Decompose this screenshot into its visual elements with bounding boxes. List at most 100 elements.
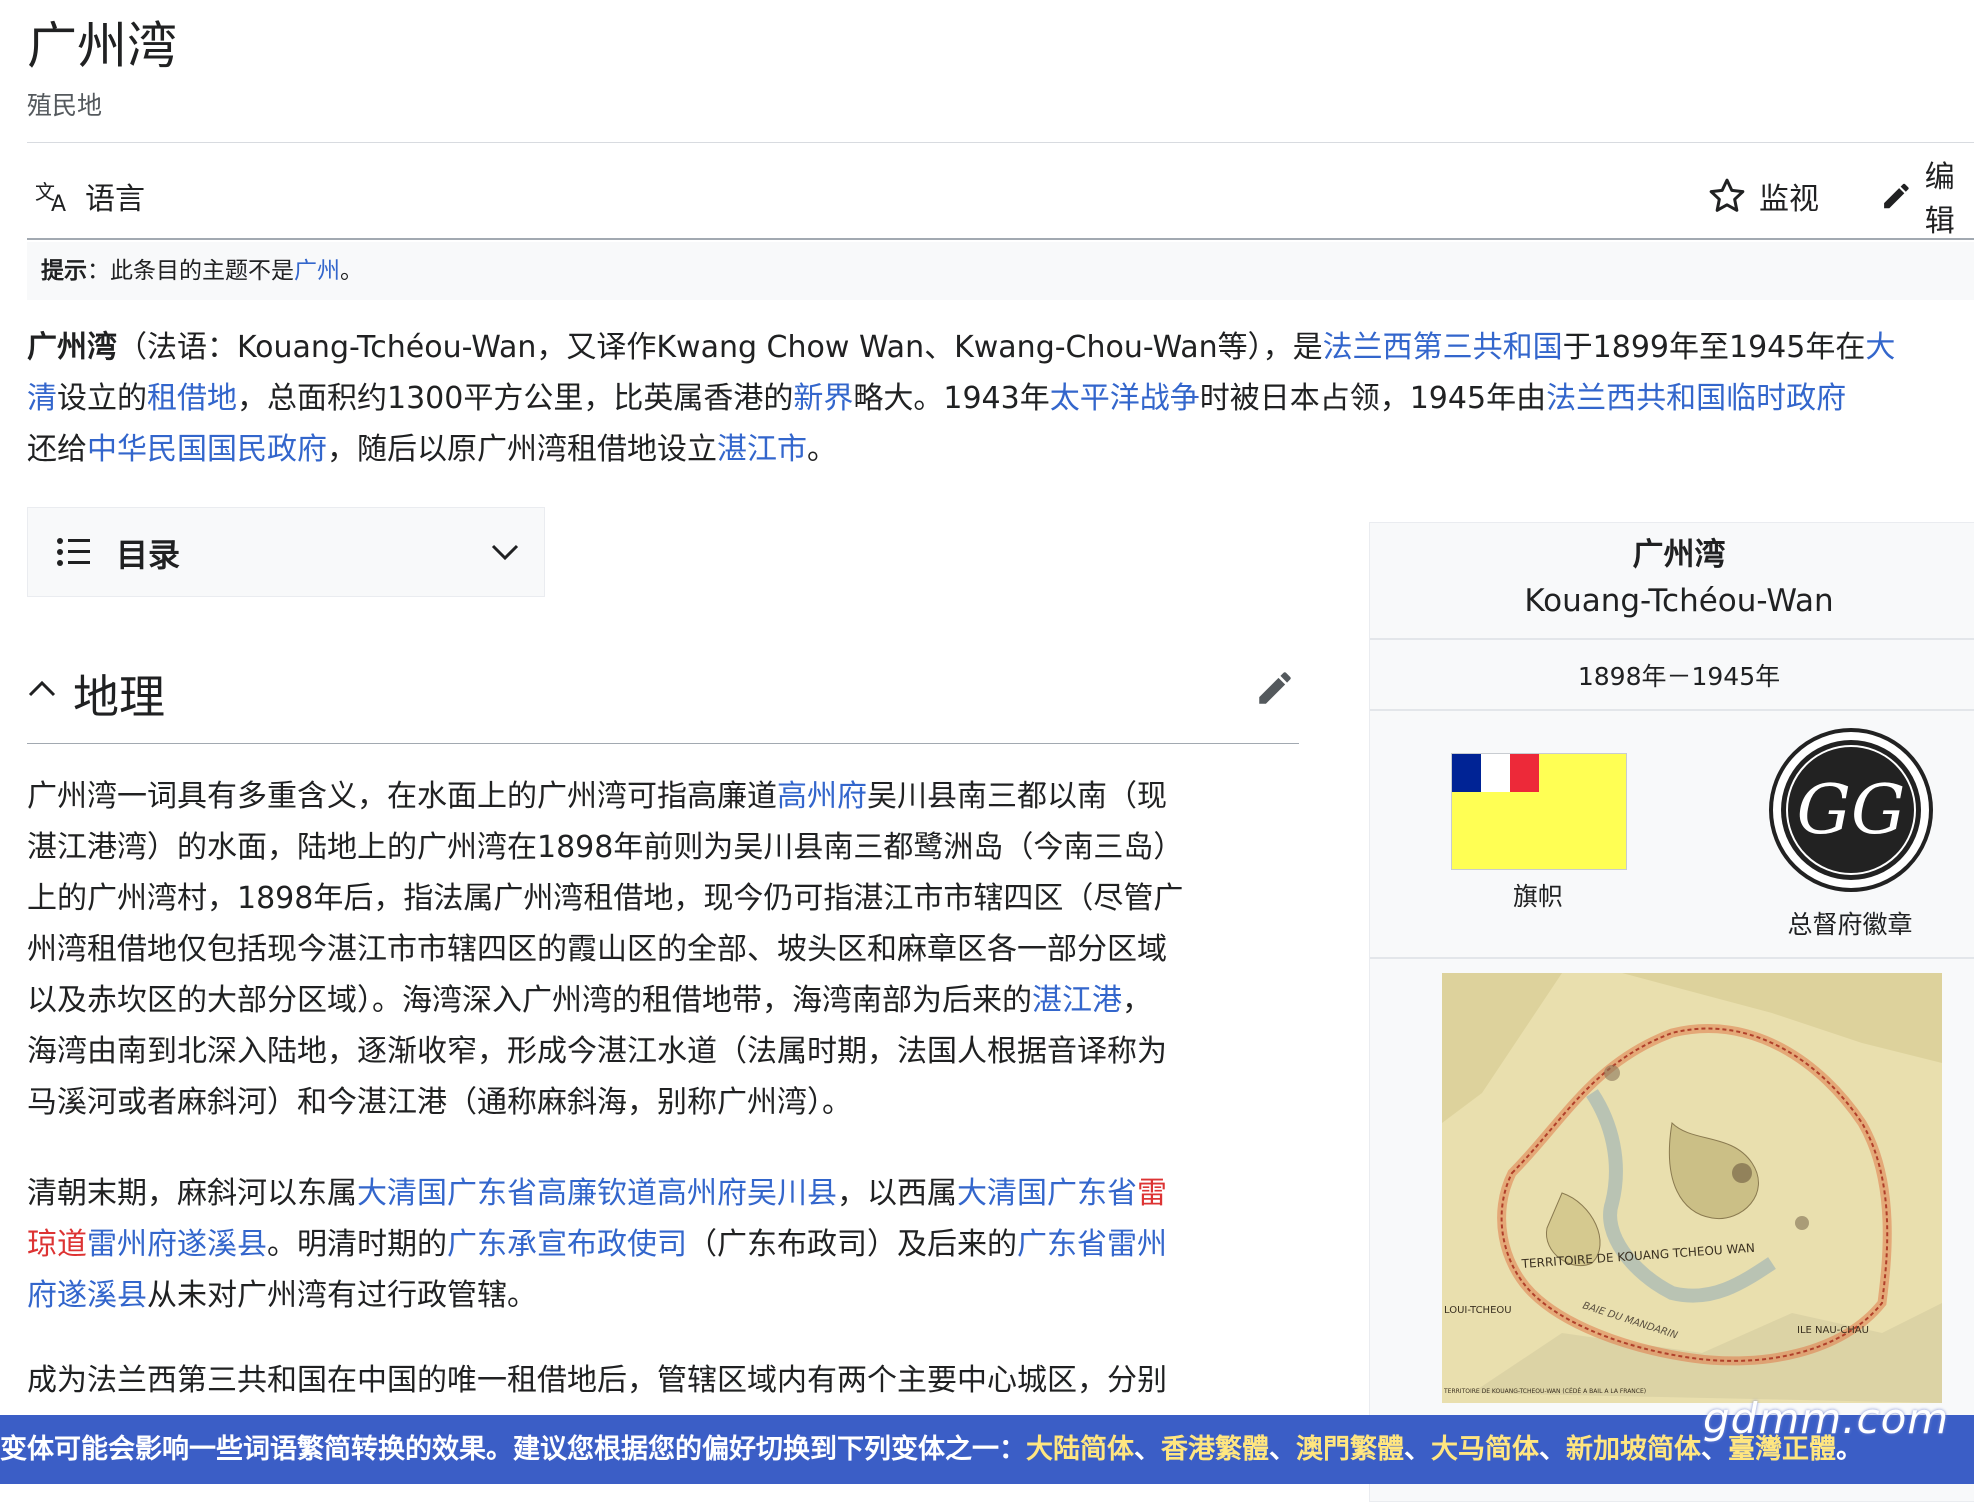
edit-label: 编辑 <box>1924 160 1955 239</box>
flag-caption: 旗帜 <box>1512 882 1563 911</box>
variant-link-hongkong[interactable]: 香港繁體 <box>1161 1434 1269 1465</box>
link-zhanjiang-port[interactable]: 湛江港 <box>1032 983 1122 1018</box>
map-place-label: LOUI-TCHEOU <box>1444 1305 1512 1316</box>
banner-separator: 、 <box>1134 1434 1161 1465</box>
body-text: 广州湾一词具有多重含义，在水面上的广州湾可指高廉道 <box>27 779 777 814</box>
map-image[interactable]: TERRITOIRE DE KOUANG TCHEOU WAN LOUI-TCH… <box>1442 973 1942 1403</box>
page-title: 广州湾 <box>27 17 177 75</box>
infobox: 广州湾 Kouang-Tchéou-Wan 1898年－1945年 旗帜 GG … <box>1369 522 1974 1502</box>
link-suixi-county[interactable]: 雷州府遂溪县 <box>87 1227 267 1262</box>
flag-white-stripe <box>1481 754 1510 792</box>
link-provisional-government[interactable]: 法兰西共和国临时政府 <box>1546 381 1846 416</box>
link-pacific-war[interactable]: 太平洋战争 <box>1050 381 1200 416</box>
hatnote: 提示：此条目的主题不是广州。 <box>27 242 1974 300</box>
flag-red-stripe <box>1510 754 1539 792</box>
banner-text: 变体可能会影响一些词语繁简转换的效果。建议您根据您的偏好切换到下列变体之一： <box>0 1434 1026 1465</box>
body-text: （广东布政司）及后来的 <box>687 1227 1017 1262</box>
intro-text: 于1899年至1945年在 <box>1562 330 1866 365</box>
variant-link-malaysia[interactable]: 大马简体 <box>1431 1434 1539 1465</box>
redlink-leiqiong[interactable]: 雷 <box>1137 1176 1167 1211</box>
watch-button[interactable]: 监视 <box>1707 166 1819 226</box>
watch-label: 监视 <box>1759 182 1819 217</box>
star-icon <box>1709 178 1745 212</box>
intro-text: ，随后以原广州湾租借地设立 <box>327 432 717 467</box>
pencil-icon[interactable] <box>1254 667 1296 709</box>
link-guangdong-province[interactable]: 大清国广东省 <box>957 1176 1137 1211</box>
variant-link-singapore[interactable]: 新加坡简体 <box>1566 1434 1701 1465</box>
geography-paragraph-3: 成为法兰西第三共和国在中国的唯一租借地后，管辖区域内有两个主要中心城区，分别 <box>27 1355 1317 1406</box>
link-national-government[interactable]: 中华民国国民政府 <box>87 432 327 467</box>
list-icon <box>57 538 90 566</box>
body-text: ， <box>1122 983 1152 1018</box>
redlink-leiqiong[interactable]: 琼道 <box>27 1227 87 1262</box>
map-note: TERRITOIRE DE KOUANG-TCHEOU-WAN (CÉDÉ A … <box>1443 1387 1646 1395</box>
intro-paragraph: 广州湾（法语：Kouang-Tchéou-Wan，又译作Kwang Chow W… <box>27 322 1974 475</box>
body-text: 。明清时期的 <box>267 1227 447 1262</box>
body-text: 从未对广州湾有过行政管辖。 <box>147 1278 537 1313</box>
link-french-third-republic[interactable]: 法兰西第三共和国 <box>1323 330 1563 365</box>
intro-text: ，总面积约1300平方公里，比英属香港的 <box>237 381 794 416</box>
divider <box>27 238 1974 240</box>
banner-separator: 、 <box>1269 1434 1296 1465</box>
variant-notice-banner: 变体可能会影响一些词语繁简转换的效果。建议您根据您的偏好切换到下列变体之一：大陆… <box>0 1415 1974 1484</box>
chevron-up-icon[interactable] <box>27 677 57 701</box>
intro-line: 清设立的租借地，总面积约1300平方公里，比英属香港的新界略大。1943年太平洋… <box>27 373 1974 424</box>
variant-link-macau[interactable]: 澳門繁體 <box>1296 1434 1404 1465</box>
body-text: 马溪河或者麻斜河）和今湛江港（通称麻斜海，别称广州湾）。 <box>27 1085 852 1120</box>
svg-text:A: A <box>51 192 66 213</box>
divider <box>27 142 1974 143</box>
body-text: 清朝末期，麻斜河以东属 <box>27 1176 357 1211</box>
link-leizhou[interactable]: 府遂溪县 <box>27 1278 147 1313</box>
body-text: 海湾由南到北深入陆地，逐渐收窄，形成今湛江水道（法属时期，法国人根据音译称为 <box>27 1034 1167 1069</box>
infobox-title: 广州湾 <box>1632 537 1726 573</box>
geography-paragraph-2: 清朝末期，麻斜河以东属大清国广东省高廉钦道高州府吴川县，以西属大清国广东省雷 琼… <box>27 1168 1317 1321</box>
hatnote-link[interactable]: 广州 <box>294 258 340 284</box>
body-text: 以及赤坎区的大部分区域）。海湾深入广州湾的租借地带，海湾南部为后来的 <box>27 983 1032 1018</box>
edit-button[interactable]: 编辑 <box>1880 160 1974 239</box>
intro-bold-title: 广州湾 <box>27 330 117 365</box>
language-button[interactable]: 文 A 语言 <box>35 166 145 226</box>
page-subtitle: 殖民地 <box>27 91 103 120</box>
language-label: 语言 <box>85 182 145 217</box>
divider <box>1370 957 1974 959</box>
hatnote-prefix: 提示 <box>41 258 87 284</box>
intro-text: 略大。1943年 <box>853 381 1050 416</box>
link-new-territories[interactable]: 新界 <box>793 381 853 416</box>
body-text: 湛江港湾）的水面，陆地上的广州湾在1898年前则为吴川县南三都鹭洲岛（今南三岛） <box>27 830 1184 865</box>
intro-line: 广州湾（法语：Kouang-Tchéou-Wan，又译作Kwang Chow W… <box>27 322 1974 373</box>
banner-separator: 、 <box>1539 1434 1566 1465</box>
infobox-subtitle: Kouang-Tchéou-Wan <box>1524 583 1834 619</box>
link-guangdong-administration[interactable]: 广东承宣布政使司 <box>447 1227 687 1262</box>
intro-line: 还给中华民国国民政府，随后以原广州湾租借地设立湛江市。 <box>27 424 1974 475</box>
link-zhanjiang[interactable]: 湛江市 <box>717 432 807 467</box>
body-text: ，以西属 <box>837 1176 957 1211</box>
divider <box>1370 638 1974 640</box>
geography-paragraph-1: 广州湾一词具有多重含义，在水面上的广州湾可指高廉道高州府吴川县南三都以南（现 湛… <box>27 771 1317 1128</box>
link-gaozhou[interactable]: 高州府 <box>777 779 867 814</box>
emblem-letters: GG <box>1797 771 1906 850</box>
divider <box>1370 709 1974 711</box>
link-leased-territory[interactable]: 租借地 <box>147 381 237 416</box>
link-wuchuan-county[interactable]: 大清国广东省高廉钦道高州府吴川县 <box>357 1176 837 1211</box>
page-toolbar: 文 A 语言 监视 编辑 <box>27 160 1974 239</box>
hatnote-text: ：此条目的主题不是 <box>87 258 294 284</box>
hatnote-suffix: 。 <box>340 258 363 284</box>
variant-link-mainland[interactable]: 大陆简体 <box>1026 1434 1134 1465</box>
pencil-icon <box>1884 183 1909 209</box>
watermark: gdmm.com <box>1703 1394 1950 1443</box>
intro-text: 。 <box>807 432 837 467</box>
toc-label: 目录 <box>116 536 181 574</box>
link-leizhou[interactable]: 广东省雷州 <box>1017 1227 1167 1262</box>
infobox-years: 1898年－1945年 <box>1577 662 1781 691</box>
body-text: 成为法兰西第三共和国在中国的唯一租借地后，管辖区域内有两个主要中心城区，分别 <box>27 1363 1167 1398</box>
banner-separator: 、 <box>1404 1434 1431 1465</box>
link-qing[interactable]: 清 <box>27 381 57 416</box>
body-text: 上的广州湾村，1898年后，指法属广州湾租借地，现今仍可指湛江市市辖四区（尽管广 <box>27 881 1184 916</box>
flag-image[interactable] <box>1451 753 1627 870</box>
translate-icon: 文 A <box>35 180 66 213</box>
link-qing[interactable]: 大 <box>1865 330 1895 365</box>
emblem-image[interactable]: GG <box>1768 727 1934 893</box>
table-of-contents-toggle[interactable]: 目录 <box>27 507 545 597</box>
section-title: 地理 <box>73 670 165 724</box>
section-heading-geography: 地理 <box>27 655 1299 744</box>
